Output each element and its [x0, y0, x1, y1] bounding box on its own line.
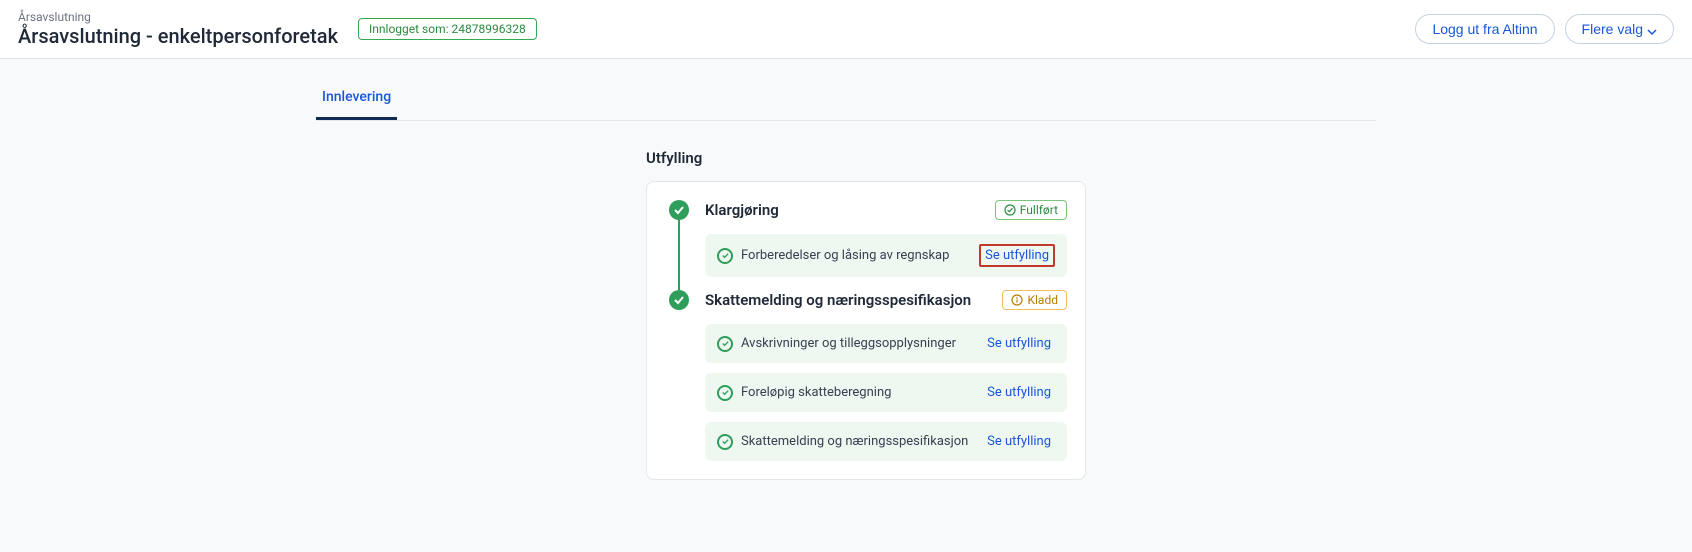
task-label: Forberedelser og låsing av regnskap — [741, 248, 949, 263]
step-body: Skattemelding og næringsspesifikasjon Kl… — [693, 290, 1067, 461]
logout-label: Logg ut fra Altinn — [1432, 21, 1537, 37]
page-header: Årsavslutning Årsavslutning - enkeltpers… — [0, 0, 1692, 59]
breadcrumb: Årsavslutning — [18, 10, 338, 24]
task-left: Skattemelding og næringsspesifikasjon — [717, 434, 968, 450]
check-circle-icon — [669, 200, 689, 220]
task-item: Foreløpig skatteberegning Se utfylling — [705, 373, 1067, 412]
task-item: Forberedelser og låsing av regnskap Se u… — [705, 234, 1067, 277]
task-item: Avskrivninger og tilleggsopplysninger Se… — [705, 324, 1067, 363]
section-title: Utfylling — [646, 149, 1376, 167]
task-label: Foreløpig skatteberegning — [741, 385, 891, 400]
more-options-label: Flere valg — [1582, 21, 1643, 37]
task-action-link[interactable]: Se utfylling — [983, 334, 1055, 353]
task-label: Avskrivninger og tilleggsopplysninger — [741, 336, 956, 351]
content-wrap: Innlevering Utfylling Klargjøring Ful — [296, 79, 1396, 480]
step-body: Klargjøring Fullført Forberedelser og lå… — [693, 200, 1067, 287]
check-circle-icon — [669, 290, 689, 310]
check-circle-outline-icon — [717, 385, 733, 401]
logout-button[interactable]: Logg ut fra Altinn — [1415, 14, 1554, 44]
tab-innlevering[interactable]: Innlevering — [316, 79, 397, 120]
info-icon — [1011, 294, 1023, 306]
status-badge-draft: Kladd — [1002, 290, 1067, 310]
step-title: Skattemelding og næringsspesifikasjon — [705, 291, 971, 309]
check-circle-outline-icon — [717, 248, 733, 264]
task-action-link[interactable]: Se utfylling — [983, 383, 1055, 402]
task-left: Forberedelser og låsing av regnskap — [717, 248, 949, 264]
chevron-down-icon — [1647, 24, 1657, 34]
task-action-link[interactable]: Se utfylling — [979, 244, 1055, 267]
step-indicator — [665, 200, 693, 290]
check-circle-outline-icon — [717, 434, 733, 450]
status-label: Kladd — [1027, 293, 1058, 307]
step-skattemelding: Skattemelding og næringsspesifikasjon Kl… — [665, 290, 1067, 461]
status-badge-complete: Fullført — [995, 200, 1067, 220]
step-connector-line — [678, 220, 680, 290]
status-label: Fullført — [1020, 203, 1058, 217]
step-header: Klargjøring Fullført — [705, 200, 1067, 220]
task-label: Skattemelding og næringsspesifikasjon — [741, 434, 968, 449]
steps-card: Klargjøring Fullført Forberedelser og lå… — [646, 181, 1086, 480]
header-left: Årsavslutning Årsavslutning - enkeltpers… — [18, 10, 537, 48]
tabs: Innlevering — [316, 79, 1376, 121]
more-options-button[interactable]: Flere valg — [1565, 14, 1674, 44]
step-klargjoring: Klargjøring Fullført Forberedelser og lå… — [665, 200, 1067, 290]
step-title: Klargjøring — [705, 201, 779, 219]
page-title: Årsavslutning - enkeltpersonforetak — [18, 24, 338, 48]
title-group: Årsavslutning Årsavslutning - enkeltpers… — [18, 10, 338, 48]
check-circle-outline-icon — [717, 336, 733, 352]
step-indicator — [665, 290, 693, 310]
task-left: Avskrivninger og tilleggsopplysninger — [717, 336, 956, 352]
task-action-link[interactable]: Se utfylling — [983, 432, 1055, 451]
step-header: Skattemelding og næringsspesifikasjon Kl… — [705, 290, 1067, 310]
header-right: Logg ut fra Altinn Flere valg — [1415, 14, 1674, 44]
task-left: Foreløpig skatteberegning — [717, 385, 891, 401]
task-item: Skattemelding og næringsspesifikasjon Se… — [705, 422, 1067, 461]
login-badge: Innlogget som: 24878996328 — [358, 18, 537, 40]
check-icon — [1004, 204, 1016, 216]
